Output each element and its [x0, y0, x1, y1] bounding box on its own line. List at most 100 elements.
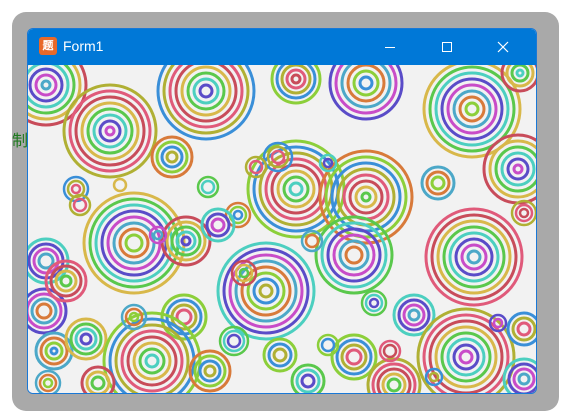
ring [512, 367, 536, 391]
ring [85, 370, 111, 393]
ring [40, 79, 52, 91]
ring [232, 209, 244, 221]
ring [42, 377, 54, 389]
ring [180, 235, 192, 247]
ring [354, 185, 378, 209]
ring [458, 95, 486, 123]
ring [82, 191, 186, 295]
ring [424, 207, 524, 307]
ring [138, 347, 166, 375]
ring [290, 73, 302, 85]
form-window: 题 Form1 [27, 28, 537, 394]
ring [120, 329, 184, 393]
ring [282, 175, 310, 203]
ring [104, 125, 116, 137]
ring [428, 371, 440, 383]
ring [34, 73, 58, 97]
ring [272, 347, 288, 363]
ring [304, 233, 320, 249]
ring [364, 293, 384, 313]
ring [210, 217, 226, 233]
ring [360, 191, 372, 203]
ring [386, 377, 402, 393]
ring [90, 375, 106, 391]
ring [434, 325, 498, 389]
background-label: 制 [12, 131, 29, 150]
ring [200, 179, 216, 195]
ring [518, 207, 530, 219]
ring [98, 119, 122, 143]
ring [216, 241, 316, 341]
ring [38, 373, 58, 393]
ring [258, 283, 274, 299]
ring [440, 77, 504, 141]
ring [198, 359, 222, 383]
ring [515, 68, 525, 78]
ring [44, 341, 64, 361]
ring [267, 342, 293, 368]
ring [442, 225, 506, 289]
ring [198, 83, 214, 99]
ring [80, 101, 140, 161]
ring [226, 333, 242, 349]
ring [205, 212, 231, 238]
close-icon [497, 41, 509, 53]
ring [345, 348, 363, 366]
ring [59, 274, 73, 288]
minimize-button[interactable] [367, 29, 413, 65]
ring [35, 302, 53, 320]
ring [514, 203, 534, 223]
ring [460, 243, 488, 271]
window-title: Form1 [63, 38, 104, 54]
ring [511, 316, 536, 342]
ring [517, 372, 531, 386]
ring [344, 245, 364, 265]
maximize-icon [442, 42, 452, 52]
ring [402, 303, 426, 327]
ring [458, 349, 474, 365]
ring [144, 353, 160, 369]
ring [62, 83, 158, 179]
ring [238, 267, 250, 279]
drawing-canvas[interactable] [28, 65, 536, 393]
ring [288, 181, 304, 197]
ring [516, 321, 532, 337]
ring [252, 277, 280, 305]
ring [326, 227, 382, 283]
ring [300, 373, 316, 389]
ring [74, 327, 98, 351]
concentric-circles-drawing [28, 65, 536, 393]
ring [358, 75, 374, 91]
ring [112, 177, 128, 193]
ring [106, 215, 162, 271]
ring [320, 337, 336, 353]
ring [425, 170, 451, 196]
ring [430, 175, 446, 191]
ring [74, 95, 146, 167]
title-bar[interactable]: 题 Form1 [28, 29, 536, 65]
ring [124, 233, 144, 253]
ring [368, 297, 380, 309]
ring [70, 183, 82, 195]
ring [295, 368, 321, 393]
ring [328, 65, 404, 121]
close-button[interactable] [480, 29, 526, 65]
minimize-icon [385, 47, 395, 48]
ring [506, 157, 530, 181]
ring [338, 239, 370, 271]
ring [264, 157, 328, 221]
maximize-button[interactable] [424, 29, 470, 65]
ring [407, 308, 421, 322]
ring [320, 221, 388, 289]
ring [160, 145, 184, 169]
ring [54, 269, 78, 293]
ring [452, 343, 480, 371]
ring [175, 230, 197, 252]
ring [79, 332, 93, 346]
ring [165, 150, 179, 164]
ring [510, 65, 530, 83]
ring [512, 163, 524, 175]
ring [464, 101, 480, 117]
ring [118, 227, 150, 259]
ring [192, 77, 220, 105]
